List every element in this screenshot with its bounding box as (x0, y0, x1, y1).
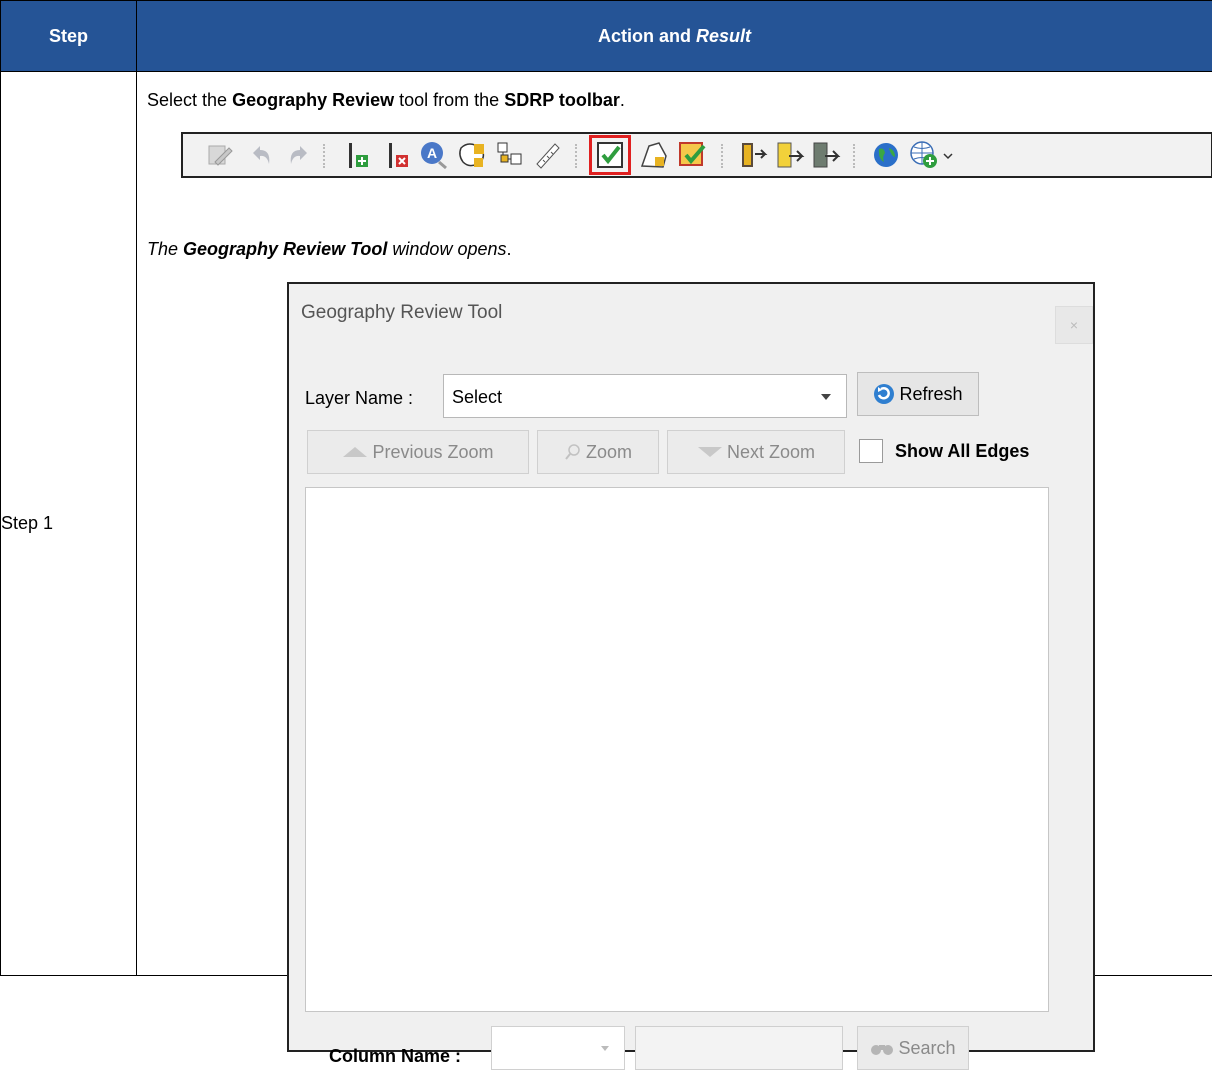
add-globe-icon[interactable] (909, 140, 939, 170)
search-input[interactable] (635, 1026, 843, 1070)
dialog-title: Geography Review Tool (301, 302, 502, 324)
import-icon[interactable] (739, 140, 769, 170)
results-list[interactable] (305, 487, 1049, 751)
geography-review-dialog: Geography Review Tool × Layer Name : Sel… (287, 282, 1095, 1052)
split-icon[interactable] (495, 140, 525, 170)
export-icon[interactable] (775, 140, 805, 170)
instruction-part: . (620, 90, 625, 110)
sdrp-toolbar: A (181, 132, 1212, 178)
validate-icon[interactable] (677, 140, 707, 170)
measure-icon[interactable] (533, 140, 563, 170)
previous-zoom-button[interactable]: Previous Zoom (307, 430, 529, 474)
globe-icon[interactable] (871, 140, 901, 170)
result-part: . (506, 239, 511, 259)
procedure-table: Step Action and Result Step 1 Select the… (0, 0, 1212, 976)
column-name-label: Column Name : (329, 1046, 461, 1067)
header-result-text: Result (696, 26, 751, 46)
triangle-up-icon (342, 446, 368, 458)
redo-icon[interactable] (283, 140, 313, 170)
toolbar-separator (323, 144, 329, 168)
label-icon[interactable]: A (419, 140, 449, 170)
result-text: The Geography Review Tool window opens. (147, 239, 512, 260)
show-all-edges-checkbox[interactable] (859, 439, 883, 463)
toolbar-separator (575, 144, 581, 168)
delete-node-icon[interactable] (383, 140, 413, 170)
refresh-label: Refresh (899, 384, 962, 405)
magnifier-icon (564, 443, 582, 461)
polygon-icon[interactable] (639, 140, 669, 170)
layer-select-value: Select (452, 387, 502, 408)
previous-zoom-label: Previous Zoom (372, 442, 493, 463)
dropdown-arrow-icon (600, 1045, 610, 1052)
step-label: Step 1 (1, 72, 137, 976)
geography-review-icon[interactable] (595, 140, 625, 170)
step-row: Step 1 Select the Geography Review tool … (1, 72, 1212, 976)
edit-icon[interactable] (205, 140, 235, 170)
header-action-text: Action and (598, 26, 696, 46)
next-zoom-button[interactable]: Next Zoom (667, 430, 845, 474)
next-zoom-label: Next Zoom (727, 442, 815, 463)
toolbar-separator (721, 144, 727, 168)
instruction-toolbar-name: SDRP toolbar (504, 90, 620, 110)
chevron-down-icon[interactable] (943, 152, 953, 160)
instruction-tool-name: Geography Review (232, 90, 394, 110)
header-step: Step (1, 1, 137, 72)
svg-text:A: A (427, 145, 437, 161)
zoom-button[interactable]: Zoom (537, 430, 659, 474)
results-list-area[interactable] (305, 750, 1049, 1012)
column-name-select[interactable] (491, 1026, 625, 1070)
result-part: The (147, 239, 183, 259)
triangle-down-icon (697, 446, 723, 458)
undo-icon[interactable] (247, 140, 277, 170)
transfer-icon[interactable] (811, 140, 841, 170)
search-button[interactable]: Search (857, 1026, 969, 1070)
instruction-text: Select the Geography Review tool from th… (147, 90, 625, 111)
instruction-part: tool from the (394, 90, 504, 110)
refresh-button[interactable]: Refresh (857, 372, 979, 416)
toolbar-separator (853, 144, 859, 168)
zoom-label: Zoom (586, 442, 632, 463)
layer-name-select[interactable]: Select (443, 374, 847, 418)
dropdown-arrow-icon (820, 393, 832, 401)
refresh-icon (873, 383, 895, 405)
result-window-name: Geography Review Tool (183, 239, 387, 259)
search-label: Search (898, 1038, 955, 1059)
table-header-row: Step Action and Result (1, 1, 1212, 72)
close-icon[interactable]: × (1055, 306, 1093, 344)
add-node-icon[interactable] (343, 140, 373, 170)
binoculars-icon (870, 1040, 894, 1056)
header-action-result: Action and Result (137, 1, 1212, 72)
layer-name-label: Layer Name : (305, 388, 413, 409)
show-all-edges-label: Show All Edges (895, 441, 1029, 462)
instruction-part: Select the (147, 90, 232, 110)
geography-icon[interactable] (457, 140, 487, 170)
result-part: window opens (387, 239, 506, 259)
action-cell: Select the Geography Review tool from th… (137, 72, 1212, 976)
